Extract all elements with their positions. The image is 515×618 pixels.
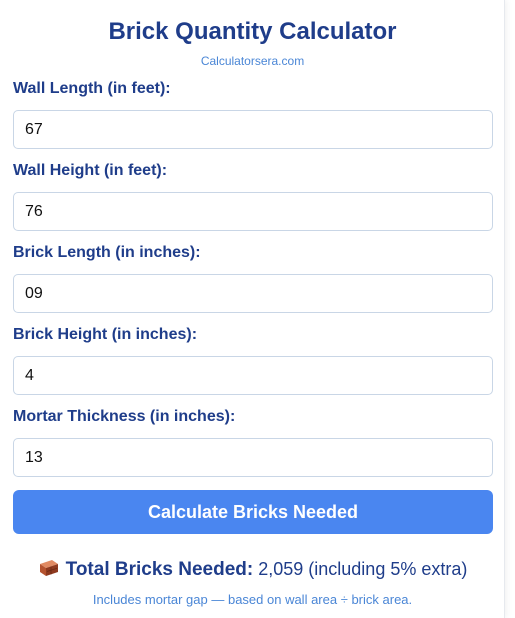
page-title: Brick Quantity Calculator	[108, 18, 397, 45]
wall-length-label: Wall Length (in feet):	[13, 80, 171, 97]
result-label: Total Bricks Needed:	[65, 559, 254, 580]
brick-length-label: Brick Length (in inches):	[13, 244, 201, 261]
result-line: Total Bricks Needed: 2,059 (including 5%…	[0, 558, 505, 583]
mortar-thickness-label: Mortar Thickness (in inches):	[13, 408, 236, 425]
brick-height-label: Brick Height (in inches):	[13, 326, 198, 343]
calculate-bricks-button[interactable]: Calculate Bricks Needed	[13, 490, 493, 534]
brick-length-input[interactable]	[13, 274, 493, 313]
brick-height-input[interactable]	[13, 356, 493, 395]
wall-height-input[interactable]	[13, 192, 493, 231]
result-value: 2,059 (including 5% extra)	[258, 559, 468, 579]
wall-height-label: Wall Height (in feet):	[13, 162, 168, 179]
mortar-thickness-input[interactable]	[13, 438, 493, 477]
calculator-card: Brick Quantity Calculator Calculatorsera…	[0, 0, 505, 618]
calculation-note: Includes mortar gap — based on wall area…	[92, 592, 413, 607]
brick-icon	[38, 558, 60, 583]
site-credit: Calculatorsera.com	[200, 54, 305, 68]
wall-length-input[interactable]	[13, 110, 493, 149]
